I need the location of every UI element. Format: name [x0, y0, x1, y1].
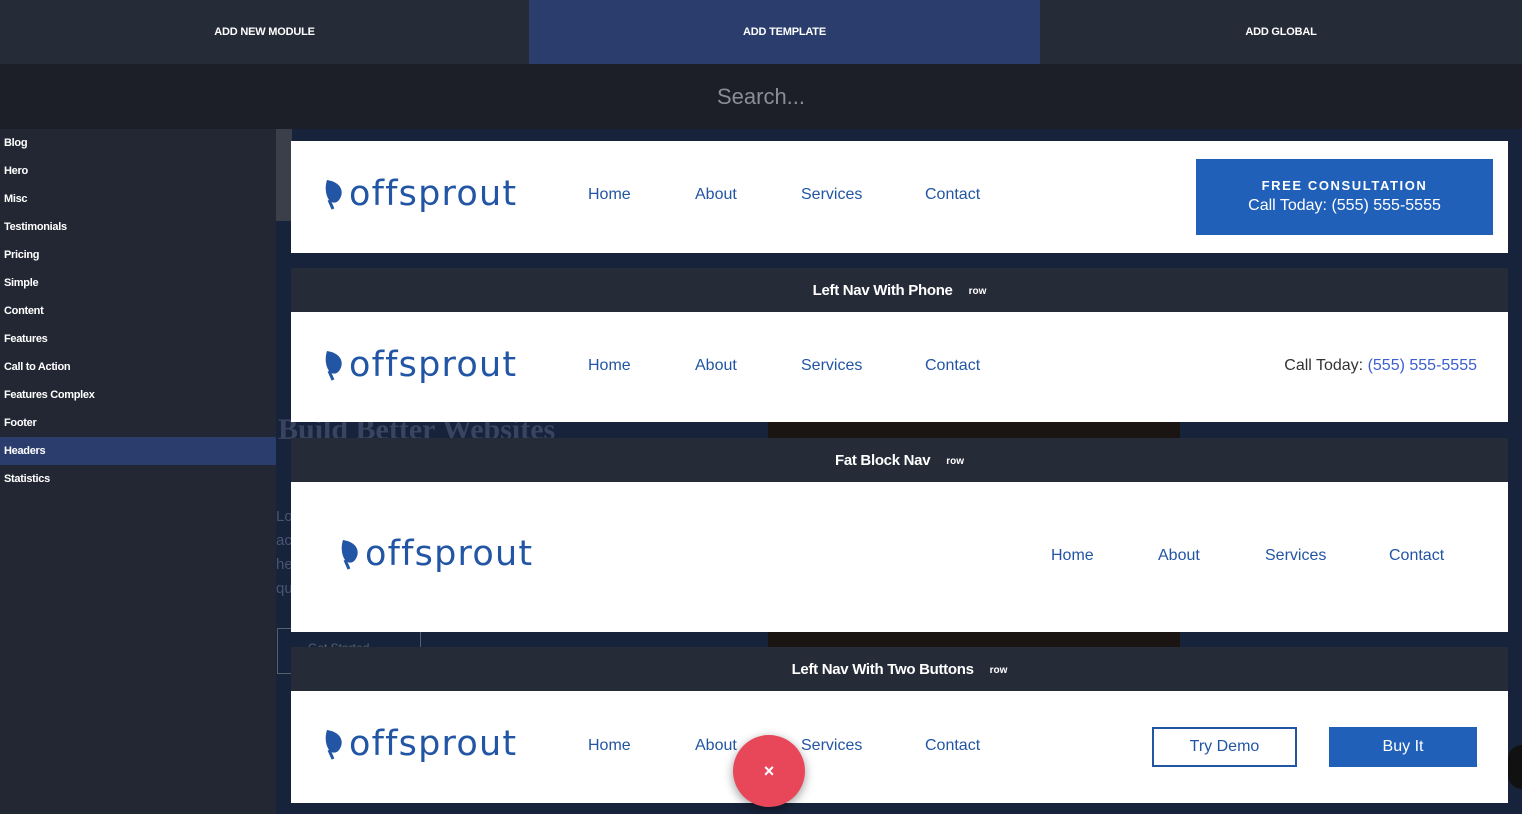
sidebar-item-features-complex[interactable]: Features Complex	[0, 381, 276, 409]
nav-home[interactable]: Home	[588, 737, 695, 755]
leaf-icon	[325, 351, 342, 381]
template-title: Left Nav With Phone	[812, 281, 953, 299]
sidebar-item-pricing[interactable]: Pricing	[0, 241, 276, 269]
nav-contact[interactable]: Contact	[925, 357, 980, 375]
template-title: Left Nav With Two Buttons	[791, 660, 974, 678]
sidebar-item-headers[interactable]: Headers	[0, 437, 276, 465]
template-tag: row	[989, 665, 1008, 676]
sidebar-item-features[interactable]: Features	[0, 325, 276, 353]
template-title-bar: Left Nav With Two Buttons row	[291, 647, 1508, 691]
nav-menu: Home About Services Contact	[588, 186, 980, 204]
nav-home[interactable]: Home	[588, 186, 695, 204]
phone-text: Call Today: (555) 555-5555	[1284, 357, 1477, 375]
leaf-icon	[325, 730, 342, 760]
nav-services[interactable]: Services	[801, 186, 925, 204]
nav-home[interactable]: Home	[588, 357, 695, 375]
nav-services[interactable]: Services	[1265, 547, 1389, 565]
nav-contact[interactable]: Contact	[925, 186, 980, 204]
sidebar-item-blog[interactable]: Blog	[0, 129, 276, 157]
leaf-icon	[341, 540, 358, 570]
top-tabs: ADD NEW MODULE ADD TEMPLATE ADD GLOBAL	[0, 0, 1522, 64]
template-tag: row	[946, 456, 965, 467]
background-paragraph: Lo ac he qu	[276, 508, 293, 597]
close-button[interactable]: ×	[733, 735, 805, 807]
close-icon: ×	[763, 760, 775, 781]
scroll-handle[interactable]	[1508, 745, 1522, 789]
sidebar-item-call-to-action[interactable]: Call to Action	[0, 353, 276, 381]
nav-about[interactable]: About	[695, 186, 801, 204]
template-title: Fat Block Nav	[834, 451, 931, 469]
free-consultation-button[interactable]: FREE CONSULTATION Call Today: (555) 555-…	[1196, 159, 1493, 235]
template-preview-left-nav-phone[interactable]: offsprout Home About Services Contact Ca…	[291, 312, 1508, 422]
template-preview-cta-header[interactable]: offsprout Home About Services Contact FR…	[291, 141, 1508, 253]
template-title-bar: Fat Block Nav row	[291, 438, 1508, 482]
cta-heading: FREE CONSULTATION	[1261, 178, 1428, 193]
tab-add-template[interactable]: ADD TEMPLATE	[529, 0, 1040, 64]
sidebar-item-testimonials[interactable]: Testimonials	[0, 213, 276, 241]
template-preview-fat-block-nav[interactable]: offsprout Home About Services Contact	[291, 482, 1508, 632]
leaf-icon	[325, 180, 342, 210]
sidebar-item-simple[interactable]: Simple	[0, 269, 276, 297]
search-input[interactable]	[461, 83, 1061, 110]
tab-add-global[interactable]: ADD GLOBAL	[1040, 0, 1522, 64]
logo-wordmark: offsprout	[349, 723, 518, 764]
sidebar-item-content[interactable]: Content	[0, 297, 276, 325]
buy-it-button[interactable]: Buy It	[1329, 727, 1477, 767]
tab-add-new-module[interactable]: ADD NEW MODULE	[0, 0, 529, 64]
nav-about[interactable]: About	[1158, 547, 1265, 565]
nav-about[interactable]: About	[695, 357, 801, 375]
sidebar-item-statistics[interactable]: Statistics	[0, 465, 276, 493]
sidebar-item-misc[interactable]: Misc	[0, 185, 276, 213]
nav-menu: Home About Services Contact	[588, 357, 980, 375]
nav-menu: Home About Services Contact	[1051, 547, 1444, 565]
logo-wordmark: offsprout	[349, 173, 518, 214]
template-preview-left-nav-two-buttons[interactable]: offsprout Home About Services Contact Tr…	[291, 691, 1508, 803]
search-bar	[0, 64, 1522, 129]
template-title-bar: Left Nav With Phone row	[291, 268, 1508, 312]
try-demo-button[interactable]: Try Demo	[1152, 727, 1297, 767]
nav-contact[interactable]: Contact	[1389, 547, 1444, 565]
offsprout-logo: offsprout	[321, 347, 517, 383]
phone-label: Call Today:	[1284, 357, 1364, 374]
nav-services[interactable]: Services	[801, 737, 925, 755]
offsprout-logo: offsprout	[321, 726, 517, 762]
template-tag: row	[968, 286, 987, 297]
sidebar-item-footer[interactable]: Footer	[0, 409, 276, 437]
cta-phone: Call Today: (555) 555-5555	[1248, 197, 1441, 214]
nav-home[interactable]: Home	[1051, 547, 1158, 565]
nav-contact[interactable]: Contact	[925, 737, 980, 755]
nav-services[interactable]: Services	[801, 357, 925, 375]
sidebar-item-hero[interactable]: Hero	[0, 157, 276, 185]
category-sidebar: Blog Hero Misc Testimonials Pricing Simp…	[0, 129, 276, 814]
offsprout-logo: offsprout	[321, 176, 517, 212]
phone-number-link[interactable]: (555) 555-5555	[1368, 357, 1477, 374]
logo-wordmark: offsprout	[349, 344, 518, 385]
background-strip	[276, 129, 292, 221]
logo-wordmark: offsprout	[365, 533, 534, 574]
offsprout-logo: offsprout	[337, 536, 533, 572]
